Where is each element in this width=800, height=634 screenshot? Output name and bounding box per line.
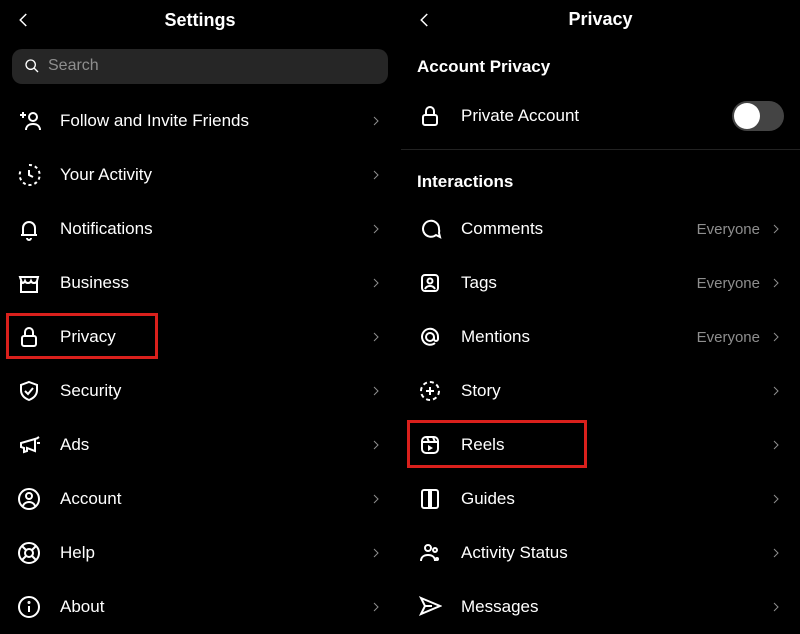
settings-header: Settings — [0, 0, 400, 41]
settings-item-label: Security — [60, 381, 368, 401]
chevron-right-icon — [768, 599, 784, 615]
privacy-item-story[interactable]: Story — [401, 364, 800, 418]
settings-item-label: Account — [60, 489, 368, 509]
reels-icon — [417, 432, 443, 458]
privacy-item-activity-status[interactable]: Activity Status — [401, 526, 800, 580]
comment-icon — [417, 216, 443, 242]
search-bar[interactable] — [12, 49, 388, 84]
chevron-right-icon — [368, 599, 384, 615]
bell-icon — [16, 216, 42, 242]
settings-item-label: Help — [60, 543, 368, 563]
settings-item-your-activity[interactable]: Your Activity — [0, 148, 400, 202]
lock-icon — [417, 103, 443, 129]
chevron-right-icon — [768, 545, 784, 561]
settings-item-label: Ads — [60, 435, 368, 455]
settings-item-label: Your Activity — [60, 165, 368, 185]
private-account-row[interactable]: Private Account — [401, 87, 800, 145]
story-icon — [417, 378, 443, 404]
privacy-item-label: Messages — [461, 597, 768, 617]
activity-icon — [16, 162, 42, 188]
privacy-header: Privacy — [401, 0, 800, 39]
privacy-item-value: Everyone — [697, 329, 760, 346]
privacy-item-tags[interactable]: Tags Everyone — [401, 256, 800, 310]
chevron-right-icon — [768, 221, 784, 237]
settings-item-label: Notifications — [60, 219, 368, 239]
settings-item-privacy[interactable]: Privacy — [0, 310, 400, 364]
private-account-toggle[interactable] — [732, 101, 784, 131]
messages-icon — [417, 594, 443, 620]
settings-title: Settings — [0, 10, 400, 31]
chevron-right-icon — [368, 329, 384, 345]
privacy-item-guides[interactable]: Guides — [401, 472, 800, 526]
section-interactions: Interactions — [401, 154, 800, 202]
chevron-right-icon — [368, 167, 384, 183]
section-account-privacy: Account Privacy — [401, 39, 800, 87]
back-button[interactable] — [8, 4, 40, 36]
privacy-item-value: Everyone — [697, 221, 760, 238]
privacy-item-mentions[interactable]: Mentions Everyone — [401, 310, 800, 364]
settings-item-label: About — [60, 597, 368, 617]
privacy-item-value: Everyone — [697, 275, 760, 292]
settings-item-ads[interactable]: Ads — [0, 418, 400, 472]
privacy-item-label: Mentions — [461, 327, 697, 347]
guides-icon — [417, 486, 443, 512]
privacy-item-comments[interactable]: Comments Everyone — [401, 202, 800, 256]
chevron-right-icon — [368, 221, 384, 237]
chevron-right-icon — [368, 113, 384, 129]
interactions-list: Comments Everyone Tags Everyone Mentions… — [401, 202, 800, 634]
storefront-icon — [16, 270, 42, 296]
privacy-item-label: Activity Status — [461, 543, 768, 563]
settings-item-help[interactable]: Help — [0, 526, 400, 580]
private-account-label: Private Account — [461, 106, 732, 126]
privacy-item-label: Guides — [461, 489, 768, 509]
settings-item-business[interactable]: Business — [0, 256, 400, 310]
divider — [401, 149, 800, 150]
add-friend-icon — [16, 108, 42, 134]
chevron-right-icon — [368, 275, 384, 291]
lifebuoy-icon — [16, 540, 42, 566]
privacy-item-label: Story — [461, 381, 768, 401]
settings-item-label: Business — [60, 273, 368, 293]
settings-list: Follow and Invite Friends Your Activity … — [0, 94, 400, 634]
chevron-right-icon — [368, 545, 384, 561]
settings-item-label: Follow and Invite Friends — [60, 111, 368, 131]
settings-item-about[interactable]: About — [0, 580, 400, 634]
privacy-item-reels[interactable]: Reels — [401, 418, 800, 472]
privacy-item-label: Comments — [461, 219, 697, 239]
chevron-right-icon — [768, 329, 784, 345]
chevron-right-icon — [368, 437, 384, 453]
chevron-right-icon — [368, 491, 384, 507]
chevron-right-icon — [368, 383, 384, 399]
toggle-knob — [734, 103, 760, 129]
back-button[interactable] — [409, 4, 441, 36]
info-icon — [16, 594, 42, 620]
chevron-right-icon — [768, 383, 784, 399]
chevron-right-icon — [768, 437, 784, 453]
settings-item-security[interactable]: Security — [0, 364, 400, 418]
privacy-item-messages[interactable]: Messages — [401, 580, 800, 634]
privacy-screen: Privacy Account Privacy Private Account … — [400, 0, 800, 634]
settings-screen: Settings Follow and Invite Friends Your … — [0, 0, 400, 634]
settings-item-account[interactable]: Account — [0, 472, 400, 526]
privacy-item-label: Tags — [461, 273, 697, 293]
lock-icon — [16, 324, 42, 350]
chevron-right-icon — [768, 491, 784, 507]
user-circle-icon — [16, 486, 42, 512]
settings-item-follow-invite[interactable]: Follow and Invite Friends — [0, 94, 400, 148]
search-input[interactable] — [48, 57, 376, 75]
chevron-right-icon — [768, 275, 784, 291]
megaphone-icon — [16, 432, 42, 458]
tags-icon — [417, 270, 443, 296]
at-icon — [417, 324, 443, 350]
search-icon — [24, 58, 40, 74]
shield-icon — [16, 378, 42, 404]
settings-item-label: Privacy — [60, 327, 368, 347]
privacy-item-label: Reels — [461, 435, 768, 455]
activity-status-icon — [417, 540, 443, 566]
privacy-title: Privacy — [401, 9, 800, 30]
settings-item-notifications[interactable]: Notifications — [0, 202, 400, 256]
